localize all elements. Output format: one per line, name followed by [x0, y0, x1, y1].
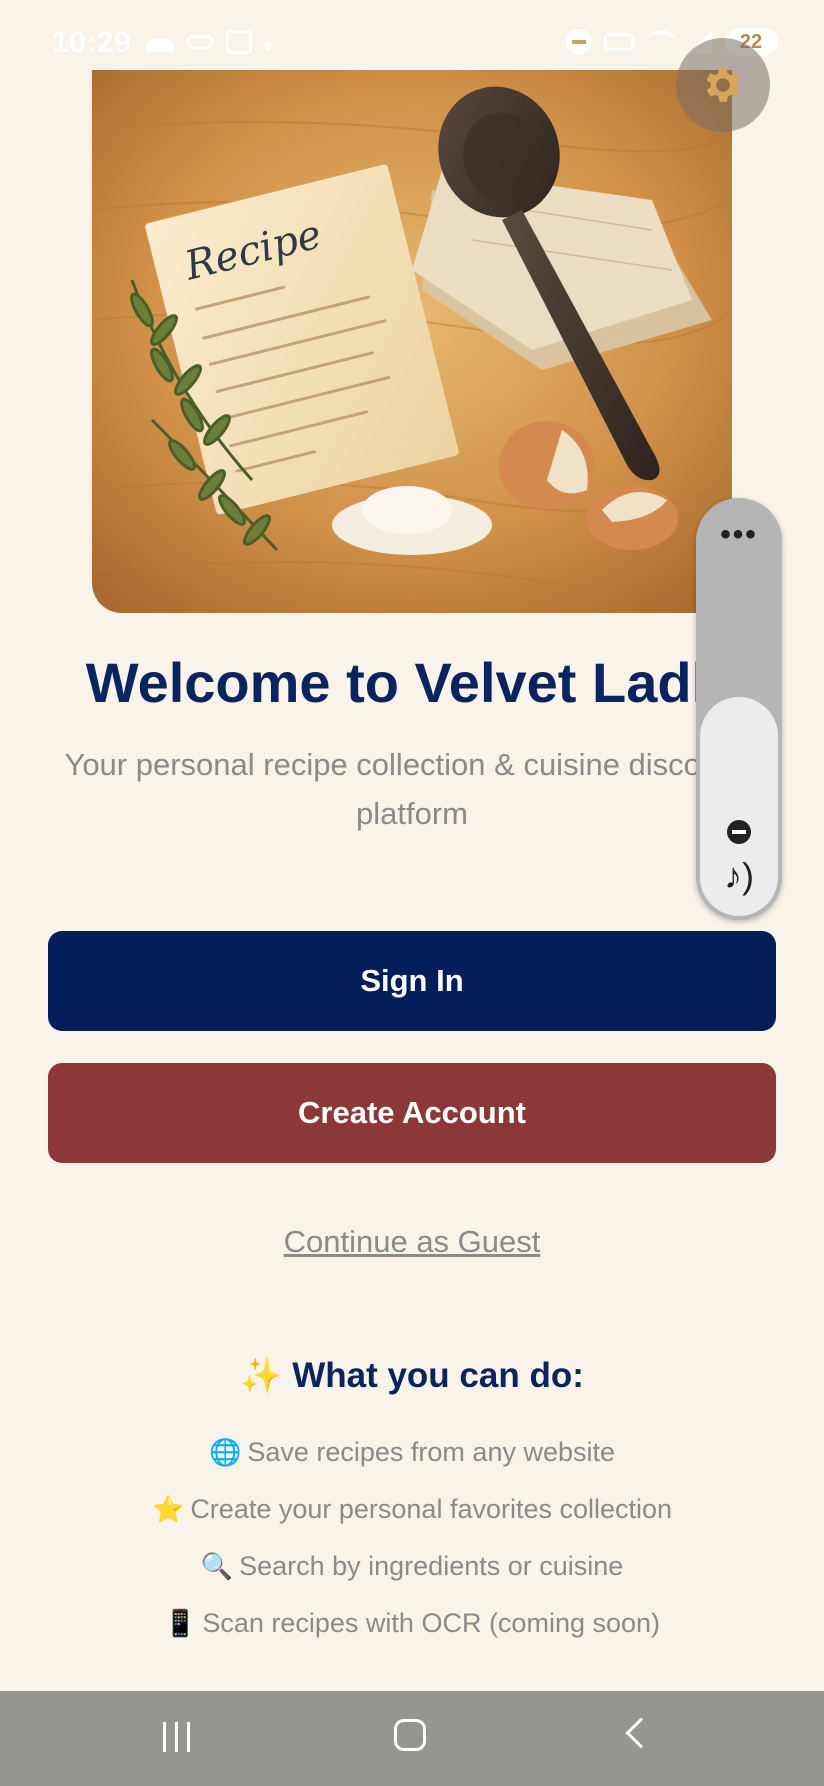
phone-icon: 📱 — [163, 1608, 197, 1638]
feature-item: 📱 Scan recipes with OCR (coming soon) — [0, 1603, 824, 1660]
volume-panel[interactable]: ••• ♪) — [696, 498, 782, 920]
feature-list: 🌐 Save recipes from any website ⭐ Create y… — [0, 1432, 824, 1660]
home-button[interactable] — [394, 1719, 426, 1751]
feature-item: ⭐ Create your personal favorites collecti… — [0, 1489, 824, 1546]
dnd-icon — [566, 29, 592, 55]
feature-item: 🔍 Search by ingredients or cuisine — [0, 1546, 824, 1603]
features-heading: ✨ What you can do: — [0, 1356, 824, 1396]
gear-icon — [706, 68, 740, 102]
screenshot-icon — [226, 30, 252, 54]
key-icon — [604, 33, 634, 51]
hero-illustration: Recipe — [92, 70, 732, 613]
sign-in-button[interactable]: Sign In — [48, 931, 776, 1031]
magnifier-icon: 🔍 — [200, 1551, 234, 1581]
dnd-minus-icon — [727, 820, 751, 844]
globe-icon: 🌐 — [208, 1437, 242, 1467]
back-button[interactable] — [625, 1717, 657, 1749]
feature-text: Save recipes from any website — [247, 1437, 616, 1467]
create-account-button[interactable]: Create Account — [48, 1063, 776, 1163]
feature-item: 🌐 Save recipes from any website — [0, 1432, 824, 1489]
welcome-subtitle: Your personal recipe collection & cuisin… — [64, 747, 760, 831]
welcome-screen: Recipe 10:29 22 Welcome to Velvet Ladle … — [0, 0, 824, 1786]
feature-text: Create your personal favorites collectio… — [190, 1494, 673, 1524]
dot-icon — [264, 42, 272, 50]
continue-as-guest-link[interactable]: Continue as Guest — [0, 1224, 824, 1260]
voicemail-icon — [186, 35, 214, 49]
cloud-icon — [146, 38, 174, 52]
feature-text: Search by ingredients or cuisine — [239, 1551, 624, 1581]
navigation-bar — [0, 1691, 824, 1786]
sparkles-icon: ✨ — [240, 1357, 283, 1395]
more-options-icon[interactable]: ••• — [696, 520, 782, 550]
features-heading-text: What you can do: — [292, 1356, 584, 1395]
wifi-icon — [646, 30, 676, 54]
status-time: 10:29 — [52, 26, 132, 59]
settings-button[interactable] — [676, 38, 770, 132]
star-icon: ⭐ — [151, 1494, 185, 1524]
feature-text: Scan recipes with OCR (coming soon) — [202, 1608, 661, 1638]
recent-apps-button[interactable] — [163, 1722, 193, 1752]
media-volume-icon[interactable]: ♪) — [696, 856, 782, 896]
status-left-icons — [146, 30, 272, 54]
